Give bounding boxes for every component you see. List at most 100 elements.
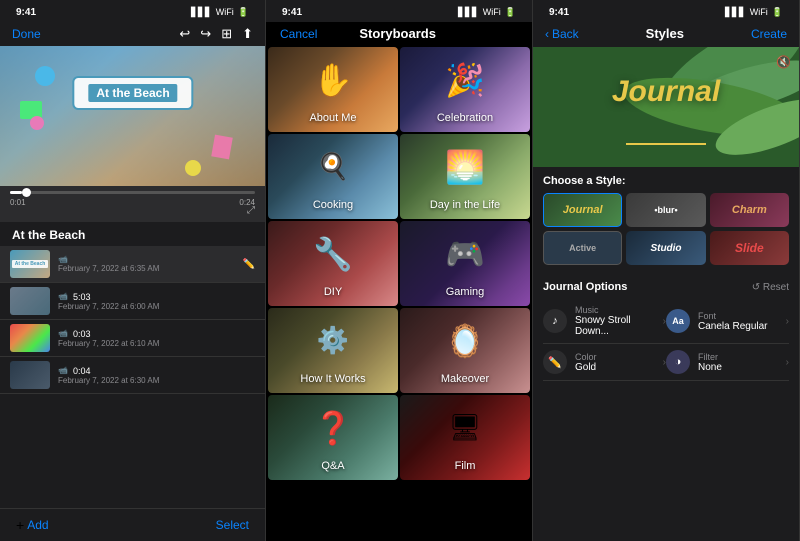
music-content: Music Snowy Stroll Down... [575,305,663,337]
style-active[interactable]: Active [543,231,622,265]
tool-icons: ↩ ↪ ⊞ ⬆ [179,26,253,42]
font-icon: Aa [672,316,684,326]
select-button[interactable]: Select [216,518,249,532]
back-label[interactable]: Back [552,27,579,41]
filter-icon: ◑ [675,356,682,368]
clip-item[interactable]: 📹 0:03 February 7, 2022 at 6:10 AM [0,320,265,357]
film-label: Film [455,460,476,472]
wifi-icon: WiFi [216,7,234,17]
clip-item[interactable]: At the Beach 📹 February 7, 2022 at 6:35 … [0,246,265,283]
font-content: Font Canela Regular [698,311,786,332]
storyboards-title: Storyboards [359,26,436,41]
status-bar-2: 9:41 ▋▋▋ WiFi 🔋 [266,0,532,22]
clip-item[interactable]: 📹 5:03 February 7, 2022 at 6:00 AM [0,283,265,320]
color-content: Color Gold [575,352,663,373]
music-icon: ♪ [552,315,558,327]
style-blur[interactable]: •blur• [626,193,705,227]
storyboard-cell-about[interactable]: ✋ About Me [268,47,398,132]
storyboard-cell-day[interactable]: 🌅 Day in the Life [400,134,530,219]
style-charm[interactable]: Charm [710,193,789,227]
clip-date-3: February 7, 2022 at 6:10 AM [58,339,255,348]
create-button[interactable]: Create [751,27,787,41]
cancel-button[interactable]: Cancel [280,27,317,41]
signal-icon-3: ▋▋▋ [725,7,746,18]
back-button[interactable]: ‹ Back [545,27,579,41]
deco-pink2-rect [211,135,233,160]
color-icon: ✏️ [548,356,562,369]
journal-underline [626,143,706,145]
font-icon-circle: Aa [666,309,690,333]
clip-item[interactable]: 📹 0:04 February 7, 2022 at 6:30 AM [0,357,265,394]
expand-icon[interactable]: ⤢ [247,205,255,216]
editor-toolbar: Done ↩ ↪ ⊞ ⬆ [0,22,265,46]
video-icon: 📹 [58,366,68,375]
clip-thumb-beach: At the Beach [10,250,50,278]
playback-bar[interactable]: 0:01 0:24 ⤢ [0,186,265,222]
status-time-2: 9:41 [282,7,302,18]
time-labels: 0:01 0:24 [10,198,255,207]
option-filter[interactable]: ◑ Filter None › [666,344,789,381]
clip-edit-icon[interactable]: ✏️ [243,259,255,270]
storyboard-cell-celebration[interactable]: 🎉 Celebration [400,47,530,132]
styles-title: Styles [646,26,684,41]
color-value: Gold [575,362,663,373]
storyboard-cell-howit[interactable]: ⚙️ How It Works [268,308,398,393]
filter-chevron: › [786,357,789,368]
add-button[interactable]: + Add [16,517,49,533]
video-editor-panel: 9:41 ▋▋▋ WiFi 🔋 Done ↩ ↪ ⊞ ⬆ At the Beac… [0,0,266,541]
title-card: At the Beach [72,76,193,110]
clip-date-1: February 7, 2022 at 6:35 AM [58,264,243,273]
options-section: Journal Options ↺ Reset ♪ Music Snowy St… [533,277,799,385]
journal-preview: Journal 🔇 [533,47,799,167]
makeover-label: Makeover [441,373,489,385]
storyboard-cell-makeover[interactable]: 🪞 Makeover [400,308,530,393]
styles-section: Choose a Style: Journal •blur• Charm Act… [533,167,799,277]
battery-icon-2: 🔋 [505,7,516,18]
diy-label: DIY [324,286,342,298]
diy-icon: 🔧 [313,235,353,273]
status-bar-1: 9:41 ▋▋▋ WiFi 🔋 [0,0,265,22]
add-label[interactable]: Add [27,518,48,532]
progress-track[interactable] [10,191,255,194]
mute-button[interactable]: 🔇 [776,55,791,69]
color-label: Color [575,352,663,362]
share-icon[interactable]: ⬆ [242,26,253,42]
style-slide[interactable]: Slide [710,231,789,265]
about-icon: ✋ [313,61,353,99]
option-music[interactable]: ♪ Music Snowy Stroll Down... › [543,299,666,344]
option-color[interactable]: ✏️ Color Gold › [543,344,666,381]
video-icon: 📹 [58,292,68,301]
video-icon: 📹 [58,329,68,338]
video-preview: At the Beach [0,46,266,186]
color-icon-circle: ✏️ [543,350,567,374]
options-grid: ♪ Music Snowy Stroll Down... › Aa Font C… [543,299,789,381]
music-label: Music [575,305,663,315]
storyboard-cell-cooking[interactable]: 🍳 Cooking [268,134,398,219]
styles-panel: 9:41 ▋▋▋ WiFi 🔋 ‹ Back Styles Create Jou… [533,0,800,541]
storyboard-cell-film[interactable]: 🖥 Film [400,395,530,480]
layout-icon[interactable]: ⊞ [221,26,232,42]
time-start: 0:01 [10,198,26,207]
clip-date-4: February 7, 2022 at 6:30 AM [58,376,255,385]
reset-button[interactable]: ↺ Reset [752,282,789,293]
done-button[interactable]: Done [12,27,41,41]
status-time-3: 9:41 [549,7,569,18]
storyboard-cell-qa[interactable]: ❓ Q&A [268,395,398,480]
font-chevron: › [786,316,789,327]
qa-label: Q&A [321,460,344,472]
undo-icon[interactable]: ↩ [179,26,190,42]
style-studio[interactable]: Studio [626,231,705,265]
storyboard-cell-diy[interactable]: 🔧 DIY [268,221,398,306]
bottom-bar: + Add Select [0,508,265,541]
battery-icon: 🔋 [238,7,249,18]
storyboards-panel: 9:41 ▋▋▋ WiFi 🔋 Cancel Storyboards ✋ Abo… [266,0,533,541]
journal-title: Journal [612,75,720,109]
signal-icon-2: ▋▋▋ [458,7,479,18]
option-font[interactable]: Aa Font Canela Regular › [666,299,789,344]
options-label: Journal Options [543,281,627,293]
status-icons-1: ▋▋▋ WiFi 🔋 [191,7,249,18]
style-journal[interactable]: Journal [543,193,622,227]
clip-thumb-night [10,361,50,389]
storyboard-cell-gaming[interactable]: 🎮 Gaming [400,221,530,306]
redo-icon[interactable]: ↪ [200,26,211,42]
